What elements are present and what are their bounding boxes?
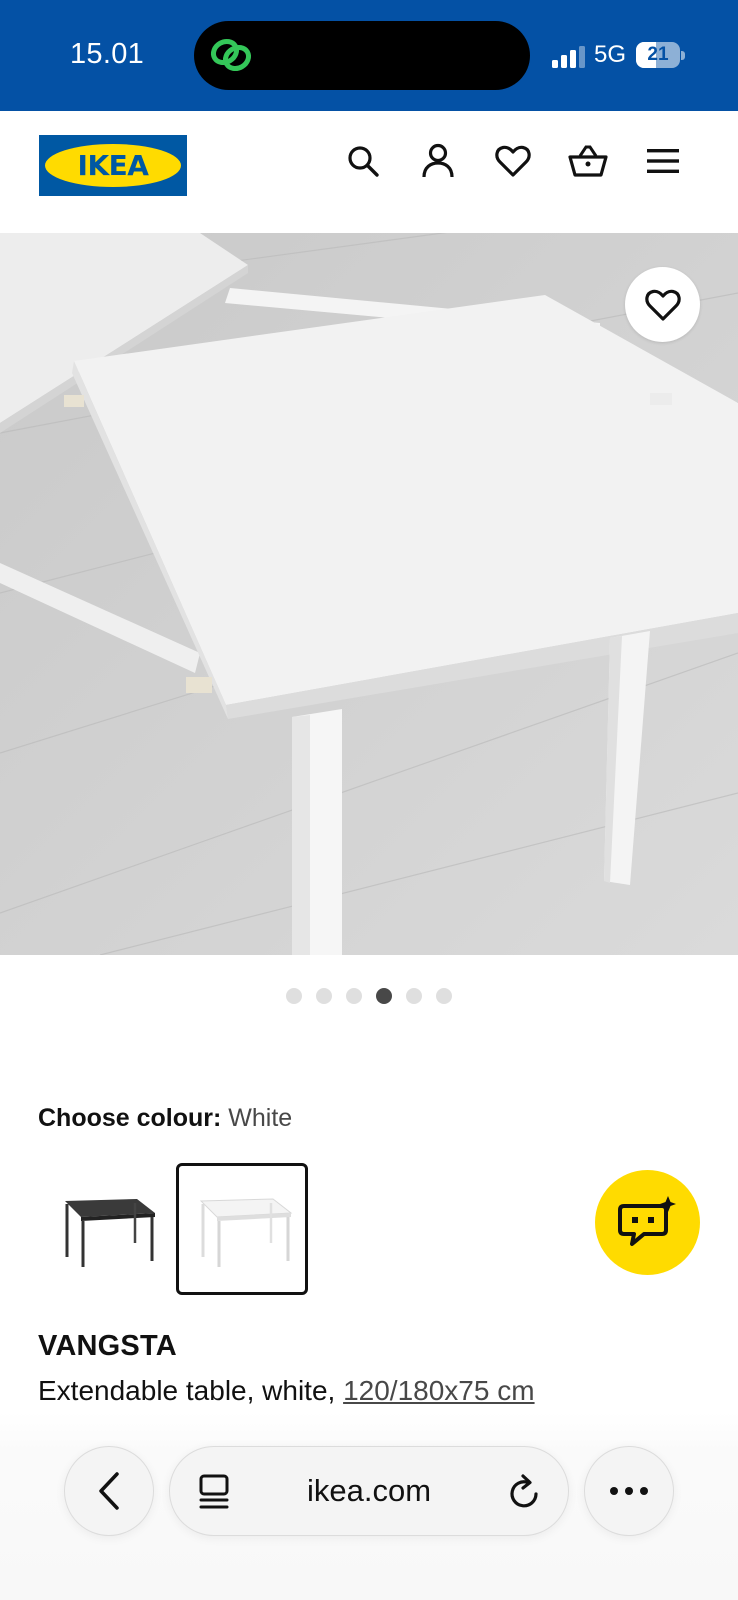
carousel-dot[interactable] <box>316 988 332 1004</box>
status-bar: 15.01 5G 21 <box>0 0 738 111</box>
url-text: ikea.com <box>306 1473 432 1508</box>
dynamic-island <box>194 21 530 90</box>
carousel-dot-active[interactable] <box>376 988 392 1004</box>
more-options-icon <box>610 1487 648 1495</box>
menu-icon[interactable] <box>643 141 683 181</box>
carousel-dot[interactable] <box>346 988 362 1004</box>
browser-more-button[interactable] <box>584 1446 674 1536</box>
product-description-text: Extendable table, white, <box>38 1375 344 1406</box>
carousel-dot[interactable] <box>436 988 452 1004</box>
status-time: 15.01 <box>70 38 145 70</box>
black-table-swatch[interactable] <box>40 1163 172 1295</box>
carousel-dot[interactable] <box>406 988 422 1004</box>
product-dimensions-link[interactable]: 120/180x75 cm <box>343 1375 534 1406</box>
product-image <box>0 233 738 955</box>
carousel-dot[interactable] <box>286 988 302 1004</box>
colour-label: Choose colour: <box>38 1104 222 1132</box>
white-table-swatch[interactable] <box>176 1163 308 1295</box>
product-name: VANGSTA <box>38 1330 177 1362</box>
heart-icon <box>644 289 681 321</box>
signal-icon <box>552 46 585 68</box>
browser-back-button[interactable] <box>64 1446 154 1536</box>
battery-level: 21 <box>647 44 669 65</box>
product-description: Extendable table, white, 120/180x75 cm <box>38 1375 535 1407</box>
basket-icon[interactable] <box>568 141 608 181</box>
colour-chooser-label: Choose colour: White <box>38 1104 292 1133</box>
browser-address-bar[interactable]: ikea.com <box>169 1446 569 1536</box>
link-icon <box>210 38 252 72</box>
tab-list-icon <box>199 1474 229 1509</box>
chevron-left-icon <box>99 1472 119 1510</box>
account-icon[interactable] <box>418 141 458 181</box>
site-header: IKEA <box>0 111 738 233</box>
network-label: 5G <box>594 41 627 68</box>
favourites-icon[interactable] <box>493 141 533 181</box>
battery-icon: 21 <box>636 42 686 68</box>
chat-sparkle-icon <box>617 1195 676 1246</box>
colour-value: White <box>228 1104 293 1132</box>
product-image-carousel[interactable] <box>0 233 738 955</box>
logo-text: IKEA <box>77 149 149 182</box>
ikea-logo[interactable]: IKEA <box>39 135 187 196</box>
carousel-dots <box>0 988 738 1006</box>
chat-assistant-button[interactable] <box>595 1170 700 1275</box>
add-to-favourites-button[interactable] <box>625 267 700 342</box>
reload-icon <box>510 1474 538 1508</box>
search-icon[interactable] <box>343 141 383 181</box>
